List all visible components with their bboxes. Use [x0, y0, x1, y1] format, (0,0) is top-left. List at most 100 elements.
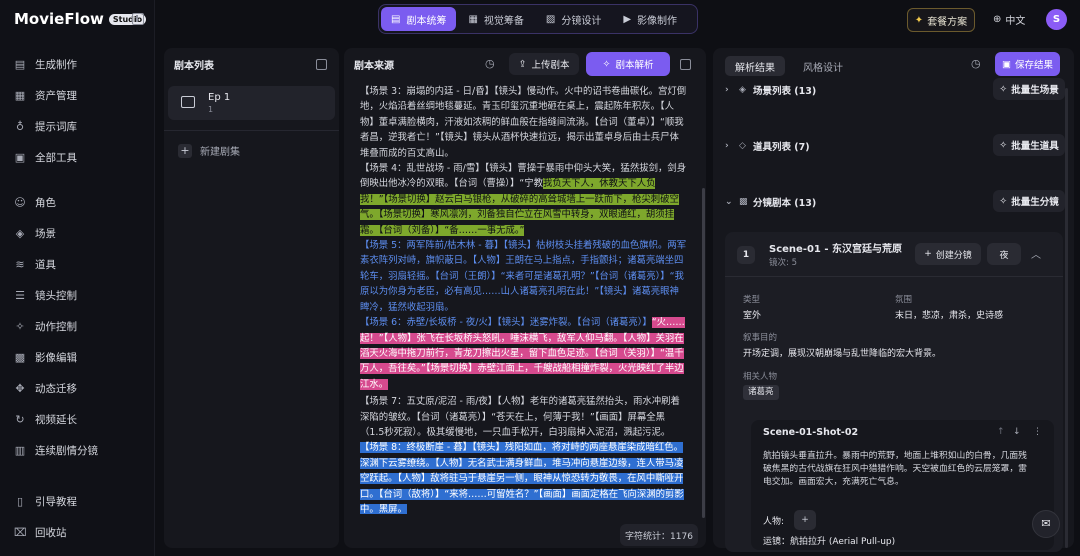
- top-tabs: ▤ 剧本统筹 ▦ 视觉筹备 ▨ 分镜设计 ▶ 影像制作: [378, 4, 698, 34]
- batch-label: 批量生分镜: [1011, 197, 1059, 208]
- save-result-button[interactable]: ▣ 保存结果: [995, 52, 1060, 76]
- section-props[interactable]: › ◇ 道具列表 (7) ✧ 批量生道具: [725, 134, 1065, 156]
- app-root: MovieFlow Studio ▤ 生成制作 ▦ 资产管理 ♁ 提示词库 ▣ 全部工具…: [0, 0, 1080, 556]
- batch-generate-scenes-button[interactable]: ✧ 批量生场景: [993, 78, 1065, 100]
- language-switch[interactable]: ⊕ 中文: [993, 12, 1025, 27]
- tab-script[interactable]: ▤ 剧本统筹: [381, 7, 457, 31]
- sidebar-item-edit[interactable]: ▩ 影像编辑: [0, 342, 155, 373]
- grid-icon: ▦: [468, 13, 478, 25]
- sidebar: MovieFlow Studio ▤ 生成制作 ▦ 资产管理 ♁ 提示词库 ▣ 全部工具…: [0, 0, 155, 556]
- chevron-up-icon[interactable]: ︿: [1031, 246, 1041, 261]
- arrow-up-icon[interactable]: ↑: [997, 427, 1005, 437]
- language-label: 中文: [1005, 16, 1026, 27]
- script-textarea[interactable]: 【场景 3：崩塌的内廷 - 日/昏】【镜头】慢动作。火中的诏书卷曲碳化。宫灯倒地…: [360, 84, 688, 514]
- sidebar-item-label: 影像编辑: [35, 352, 77, 364]
- history-icon[interactable]: ◷: [971, 57, 981, 70]
- sidebar-item-extend[interactable]: ↻ 视频延长: [0, 404, 155, 435]
- script-highlight-blue: 【场景 8：终极断崖 - 暮】【镜头】残阳如血，将对峙的两座悬崖染成暗红色。深渊…: [360, 442, 684, 514]
- sidebar-collapse-icon[interactable]: [132, 13, 144, 25]
- section-scenes[interactable]: › ◈ 场景列表 (13) ✧ 批量生场景: [725, 78, 1065, 100]
- tab-style-design[interactable]: 风格设计: [793, 56, 853, 76]
- history-icon[interactable]: ◷: [485, 57, 495, 70]
- cube-icon: ◇: [739, 141, 746, 151]
- pricing-button[interactable]: ✦ 套餐方案: [907, 8, 975, 32]
- wand-icon: ✧: [15, 319, 25, 333]
- plus-icon: +: [924, 249, 932, 259]
- sidebar-item-storyboard[interactable]: ▥ 连续剧情分镜: [0, 435, 155, 466]
- more-icon[interactable]: ⋮: [1033, 427, 1042, 437]
- tab-visual[interactable]: ▦ 视觉筹备: [458, 7, 533, 31]
- stack-icon: ≋: [15, 257, 25, 271]
- nav-group-bottom: ▯ 引导教程 ⌧ 回收站: [0, 486, 155, 548]
- create-label: 创建分镜: [935, 250, 972, 261]
- avatar[interactable]: S: [1046, 9, 1067, 30]
- tab-analysis-result[interactable]: 解析结果: [725, 56, 785, 76]
- sidebar-item-prompts[interactable]: ♁ 提示词库: [0, 111, 155, 142]
- scrollbar[interactable]: [1065, 88, 1068, 548]
- upload-icon: ⇪: [518, 58, 527, 70]
- sidebar-item-label: 场景: [35, 228, 56, 240]
- shot-people: 人物: +: [763, 510, 817, 530]
- person-chip[interactable]: 诸葛亮: [743, 385, 779, 400]
- nav-group-main: ▤ 生成制作 ▦ 资产管理 ♁ 提示词库 ▣ 全部工具: [0, 49, 155, 173]
- parse-script-button[interactable]: ✧ 剧本解析: [586, 52, 670, 76]
- script-text-blue: 【场景 6：赤壁/长坂桥 - 夜/火】【镜头】迷雾炸裂。【台词（诸葛亮）】: [360, 317, 652, 329]
- scene-shot-count: 镜次: 5: [769, 258, 797, 268]
- section-label: 道具列表 (7): [753, 142, 810, 153]
- wand-icon: ✧: [999, 195, 1008, 207]
- analysis-panel: 解析结果 风格设计 ◷ ▣ 保存结果 › ◈ 场景列表 (13) ✧ 批量生场景 ›…: [713, 48, 1074, 552]
- shot-title: Scene-01-Shot-02: [763, 427, 859, 438]
- doc-icon: ▤: [391, 13, 401, 25]
- upload-script-button[interactable]: ⇪ 上传剧本: [509, 53, 579, 75]
- sidebar-item-character[interactable]: ☺ 角色: [0, 187, 155, 218]
- create-shot-button[interactable]: + 创建分镜: [915, 243, 981, 265]
- sidebar-item-camera[interactable]: ☰ 镜头控制: [0, 280, 155, 311]
- script-paragraph: 【场景 4：乱世战场 - 雨/雪】【镜头】曹操于暴雨中仰头大笑，猛然拔剑，剑身倒…: [360, 161, 688, 238]
- sidebar-item-motion[interactable]: ✧ 动作控制: [0, 311, 155, 342]
- script-paragraph: 【场景 6：赤壁/长坂桥 - 夜/火】【镜头】迷雾炸裂。【台词（诸葛亮）】“火……: [360, 315, 688, 392]
- wand-icon: ✧: [999, 83, 1008, 95]
- arrow-down-icon[interactable]: ↓: [1013, 427, 1021, 437]
- time-of-day-button[interactable]: 夜: [987, 243, 1021, 265]
- batch-generate-storyboard-button[interactable]: ✧ 批量生分镜: [993, 190, 1065, 212]
- sidebar-item-label: 动态迁移: [35, 383, 77, 395]
- sidebar-item-assets[interactable]: ▦ 资产管理: [0, 80, 155, 111]
- chevron-right-icon: ›: [725, 141, 729, 151]
- sidebar-item-label: 动作控制: [35, 321, 77, 333]
- parse-label: 剧本解析: [615, 60, 654, 71]
- sidebar-item-props[interactable]: ≋ 道具: [0, 249, 155, 280]
- sidebar-item-scene[interactable]: ◈ 场景: [0, 218, 155, 249]
- batch-generate-props-button[interactable]: ✧ 批量生道具: [993, 134, 1065, 156]
- sliders-icon: ☰: [15, 288, 25, 302]
- add-person-icon[interactable]: +: [794, 510, 817, 530]
- sidebar-item-tools[interactable]: ▣ 全部工具: [0, 142, 155, 173]
- sidebar-item-transfer[interactable]: ✥ 动态迁移: [0, 373, 155, 404]
- section-label: 分镜剧本 (13): [753, 198, 817, 209]
- tab-video[interactable]: ▶ 影像制作: [613, 7, 687, 31]
- sidebar-item-label: 视频延长: [35, 414, 77, 426]
- logo[interactable]: MovieFlow Studio: [14, 10, 147, 28]
- tab-storyboard[interactable]: ▨ 分镜设计: [536, 7, 611, 31]
- refresh-icon: ↻: [15, 412, 25, 426]
- sidebar-item-trash[interactable]: ⌧ 回收站: [0, 517, 155, 548]
- new-episode-label: 新建剧集: [200, 147, 240, 158]
- panel-collapse-icon[interactable]: [680, 59, 691, 70]
- chat-icon[interactable]: ✉: [1032, 510, 1060, 538]
- new-episode-button[interactable]: + 新建剧集: [178, 143, 339, 158]
- script-paragraph: 【场景 5：两军阵前/枯木林 - 暮】【镜头】枯树枝头挂着残破的血色旗帜。两军素…: [360, 240, 687, 313]
- chevron-down-icon: ⌄: [725, 197, 733, 207]
- shot-description[interactable]: 航拍镜头垂直拉升。暴雨中的荒野，地面上堆积如山的白骨，几面残破焦黑的古代战旗在狂…: [763, 450, 1033, 489]
- clapper-icon: ▤: [14, 57, 26, 71]
- section-storyboard[interactable]: ⌄ ▩ 分镜剧本 (13) ✧ 批量生分镜: [725, 190, 1065, 212]
- panel-title: 剧本来源: [354, 60, 394, 72]
- sidebar-item-label: 资产管理: [35, 90, 77, 102]
- pricing-label: 套餐方案: [927, 16, 968, 28]
- sidebar-item-tutorial[interactable]: ▯ 引导教程: [0, 486, 155, 517]
- move-icon: ✥: [15, 381, 25, 395]
- episode-item[interactable]: Ep 1 1: [168, 86, 335, 120]
- scrollbar[interactable]: [702, 188, 705, 518]
- mood-value: 末日，悲凉，肃杀，史诗感: [895, 311, 1004, 321]
- panel-collapse-icon[interactable]: [316, 59, 327, 70]
- nav-group-tools: ☺ 角色 ◈ 场景 ≋ 道具 ☰ 镜头控制 ✧ 动作控制 ▩ 影像编辑 ✥ 动态迁移 ↻ 视频延…: [0, 187, 155, 466]
- sidebar-item-generate[interactable]: ▤ 生成制作: [0, 49, 155, 80]
